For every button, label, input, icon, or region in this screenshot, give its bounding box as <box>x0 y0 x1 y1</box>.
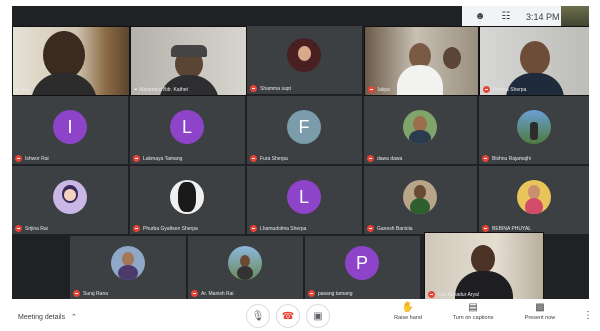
participant-name: pasang tamang <box>308 290 352 297</box>
mic-off-icon <box>482 155 489 162</box>
participant-name: Lhamudolma Sherpa <box>250 225 306 232</box>
participant-tile[interactable]: L Lakmaya Tamang <box>130 96 245 164</box>
participant-name: dawa dawa <box>367 155 402 162</box>
participant-name: ••• You <box>16 87 30 93</box>
participant-name: Lakmaya Tamang <box>133 155 182 162</box>
captions-button[interactable]: ▤ Turn on captions <box>448 302 498 321</box>
hang-up-icon: ☎ <box>281 310 295 322</box>
mic-off-icon <box>367 225 374 232</box>
participant-name: Fura Sherpa <box>250 155 288 162</box>
participant-tile[interactable]: dawa dawa <box>364 96 477 164</box>
avatar <box>517 110 551 144</box>
mic-off-icon <box>367 155 374 162</box>
participant-name: Phurba Gyaltsen Sherpa <box>133 225 198 232</box>
captions-icon: ▤ <box>468 302 478 313</box>
present-icon: ▩ <box>535 302 545 313</box>
mic-off-icon <box>250 155 257 162</box>
raise-hand-button[interactable]: ✋ Raise hand <box>383 302 433 321</box>
participant-tile[interactable]: P pasang tamang <box>305 236 420 299</box>
mic-off-icon <box>133 225 140 232</box>
mic-off-icon <box>73 290 80 297</box>
hand-icon: ✋ <box>401 302 415 313</box>
mic-off-icon <box>250 85 257 92</box>
participant-name: lakpa <box>368 86 390 93</box>
mic-off-icon <box>15 155 22 162</box>
participant-tile[interactable]: Ganesh Baniola <box>364 166 477 234</box>
participant-tile[interactable]: ••• Mahendra Bdr. Kathet <box>130 26 247 96</box>
mic-off-icon <box>250 225 257 232</box>
mic-off-icon <box>482 225 489 232</box>
people-icon[interactable]: ☻ <box>472 10 488 24</box>
camera-icon: ▣ <box>313 310 323 322</box>
mic-button[interactable]: 🎙 <box>246 304 270 328</box>
participant-tile[interactable]: Srijina Rai <box>12 166 128 234</box>
participant-name: Shamma supt <box>250 85 291 92</box>
avatar <box>517 180 551 214</box>
avatar: L <box>287 180 321 214</box>
participant-name: Ar. Manish Rai <box>191 290 234 297</box>
avatar <box>228 246 262 280</box>
top-bar: ☻ ☷ 3:14 PM <box>462 6 589 28</box>
camera-button[interactable]: ▣ <box>306 304 330 328</box>
bottom-bar: Meeting details ⌃ 🎙 ☎ ▣ ✋ Raise hand ▤ T… <box>0 299 600 331</box>
participant-name: Suraj Rana <box>73 290 108 297</box>
avatar <box>403 180 437 214</box>
leave-call-button[interactable]: ☎ <box>276 304 300 328</box>
avatar <box>53 180 87 214</box>
avatar: F <box>287 110 321 144</box>
mic-off-icon <box>191 290 198 297</box>
participant-name: BEBINA PHUYAL <box>482 225 531 232</box>
participant-tile[interactable]: Phurba Gyaltsen Sherpa <box>130 166 245 234</box>
avatar: I <box>53 110 87 144</box>
mic-off-icon <box>368 86 375 93</box>
chevron-up-icon: ⌃ <box>71 314 77 321</box>
participant-name: ••• Mahendra Bdr. Kathet <box>134 87 188 93</box>
video-grid: ☻ ☷ 3:14 PM ••• You ••• Mahendra Bdr. Kath… <box>12 6 589 299</box>
avatar <box>287 38 321 72</box>
avatar: L <box>170 110 204 144</box>
more-vert-icon: ⋮ <box>583 310 593 321</box>
participant-tile[interactable]: I Ishwor Rai <box>12 96 128 164</box>
self-view-thumbnail[interactable] <box>561 6 589 28</box>
present-now-button[interactable]: ▩ Present now <box>515 302 565 321</box>
microphone-icon: 🎙 <box>251 310 265 322</box>
mic-off-icon <box>15 225 22 232</box>
meeting-details-button[interactable]: Meeting details ⌃ <box>18 313 77 321</box>
participant-tile[interactable]: Bishnu Rajamajhi <box>479 96 589 164</box>
clock: 3:14 PM <box>526 12 560 22</box>
participant-tile[interactable]: Shamma supt <box>247 26 362 94</box>
participant-name: Lok Bahadur Aryal <box>428 291 479 298</box>
avatar: P <box>345 246 379 280</box>
participant-tile[interactable]: L Lhamudolma Sherpa <box>247 166 362 234</box>
participant-tile[interactable]: BEBINA PHUYAL <box>479 166 589 234</box>
chat-icon[interactable]: ☷ <box>498 10 514 24</box>
participant-tile[interactable]: lakpa <box>364 26 479 96</box>
more-icon[interactable]: ••• <box>134 87 137 93</box>
avatar <box>170 180 204 214</box>
participant-tile[interactable]: Suraj Rana <box>70 236 186 299</box>
avatar <box>111 246 145 280</box>
mic-off-icon <box>483 86 490 93</box>
more-options-button[interactable]: ⋮ <box>583 310 593 321</box>
participant-name: Bishnu Rajamajhi <box>482 155 531 162</box>
participant-tile[interactable]: F Fura Sherpa <box>247 96 362 164</box>
participant-tile[interactable]: Pemba Sherpa <box>479 26 589 96</box>
participant-name: Pemba Sherpa <box>483 86 526 93</box>
participant-tile[interactable]: ••• You <box>12 26 130 96</box>
participant-name: Ganesh Baniola <box>367 225 413 232</box>
mic-off-icon <box>133 155 140 162</box>
more-icon[interactable]: ••• <box>16 87 19 93</box>
mic-off-icon <box>428 291 435 298</box>
participant-name: Srijina Rai <box>15 225 48 232</box>
participant-tile[interactable]: Lok Bahadur Aryal <box>424 232 544 299</box>
participant-name: Ishwor Rai <box>15 155 49 162</box>
mic-off-icon <box>308 290 315 297</box>
avatar <box>403 110 437 144</box>
participant-tile[interactable]: Ar. Manish Rai <box>188 236 303 299</box>
